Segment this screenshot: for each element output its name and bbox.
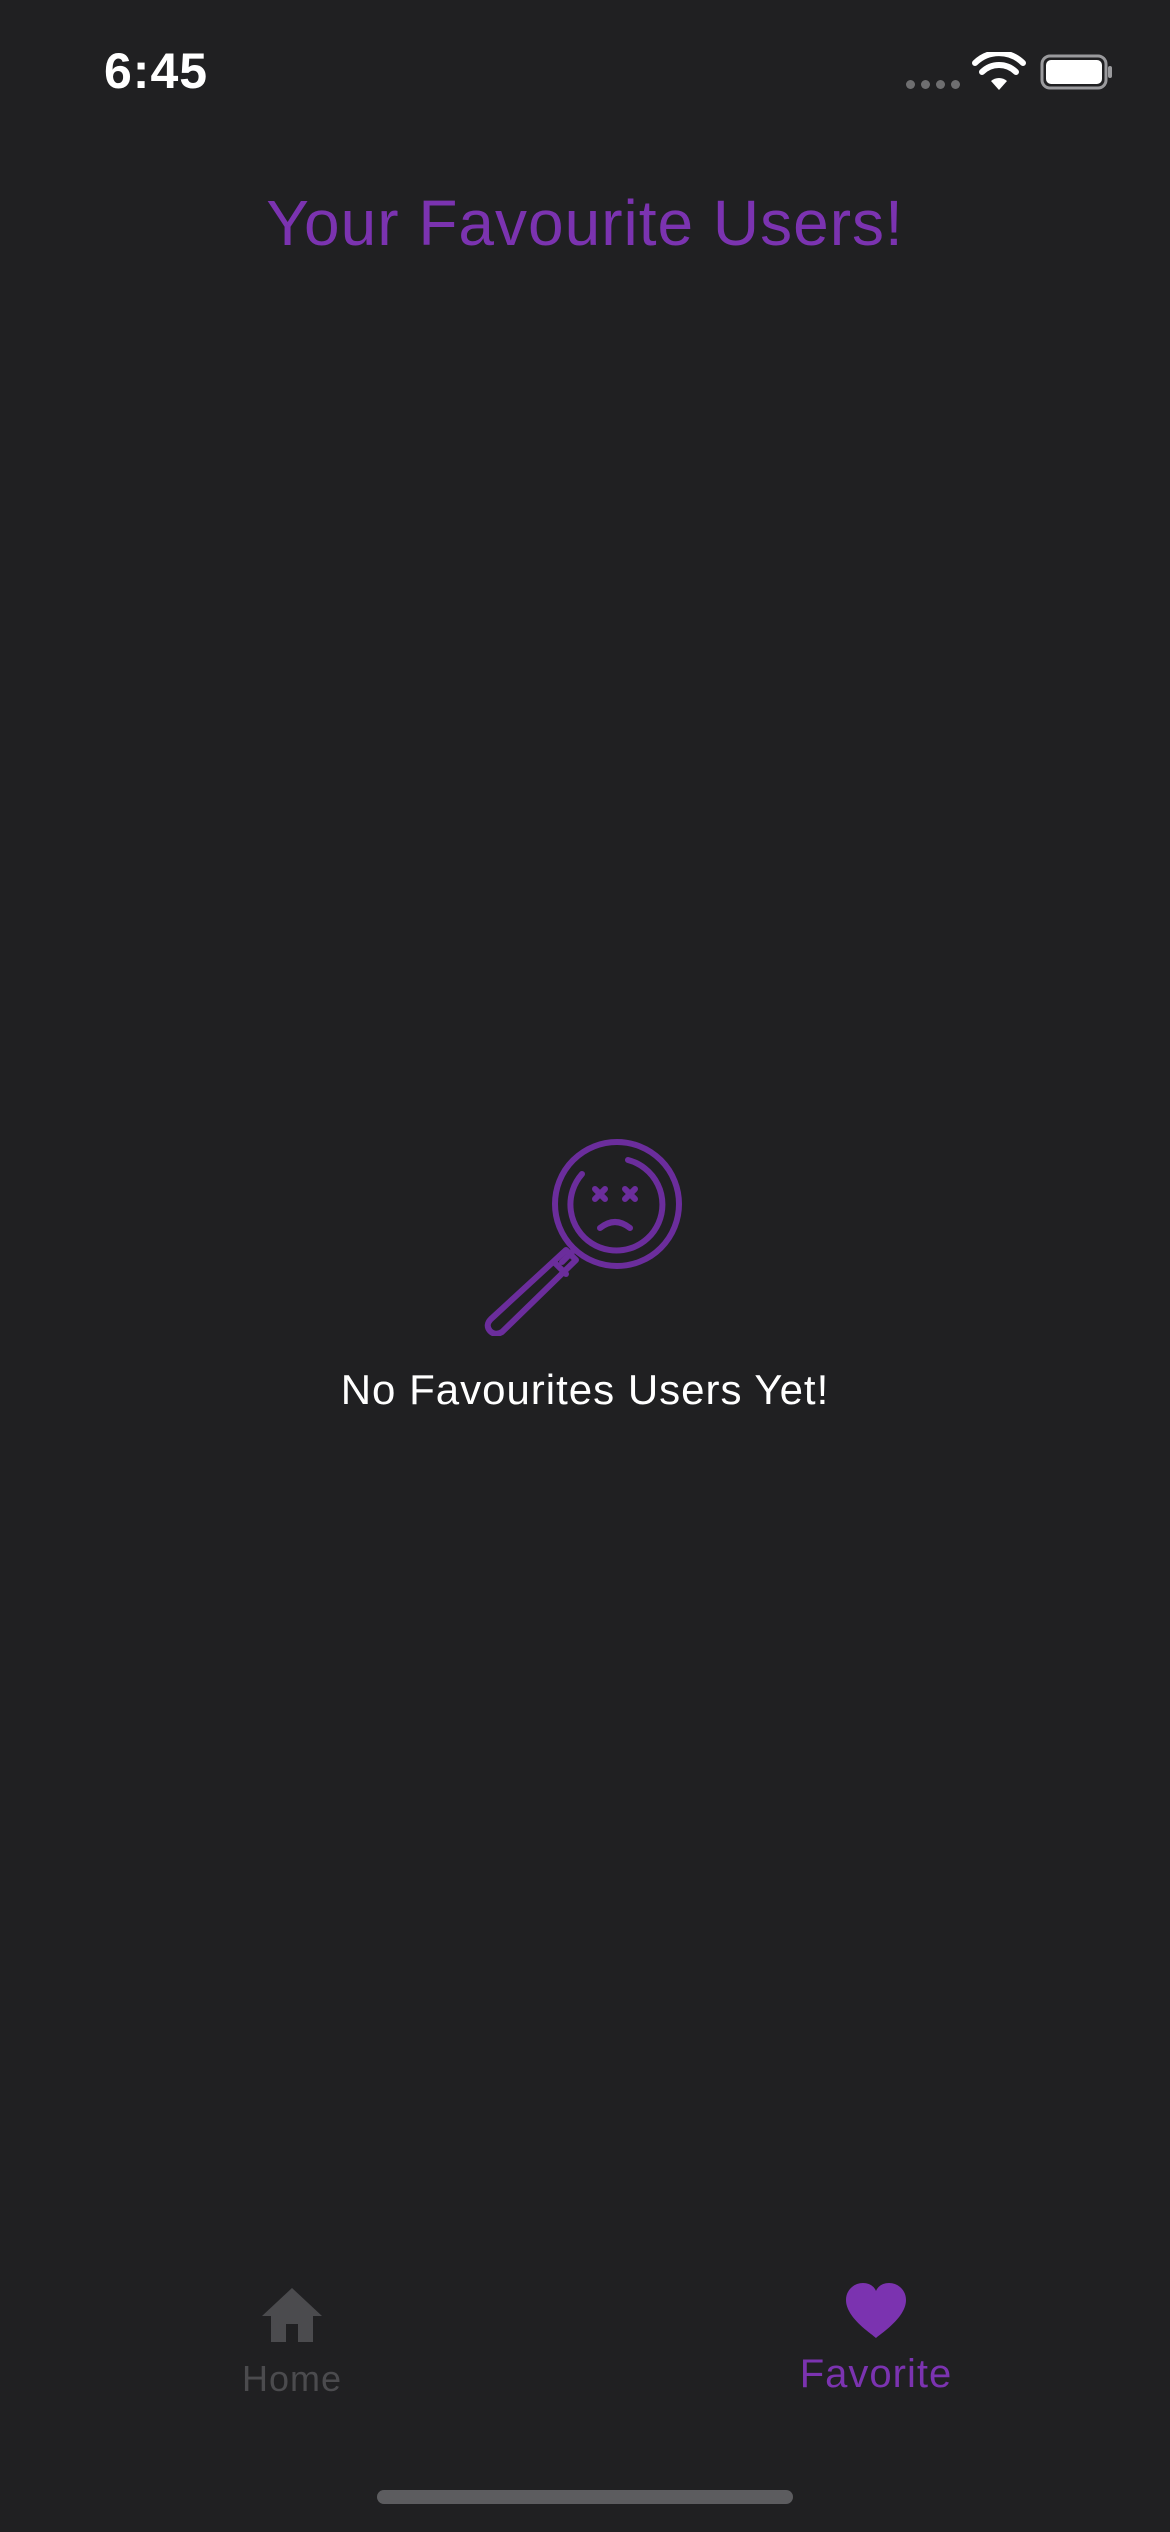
tab-favorite[interactable]: Favorite [726,2260,1026,2410]
heart-icon [846,2283,906,2338]
sad-magnifier-icon [484,1139,682,1336]
home-icon [262,2288,322,2342]
empty-state-message: No Favourites Users Yet! [340,1366,830,1413]
tab-home[interactable]: Home [142,2260,442,2410]
battery-icon [1040,54,1112,90]
favourites-screen: 6:45 Your Favourite Users! No Favourites… [0,0,1170,2532]
tab-favorite-label: Favorite [799,2352,953,2396]
cellular-signal-icon [906,80,960,89]
wifi-icon [972,52,1026,90]
page-title: Your Favourite Users! [266,187,904,259]
tab-home-label: Home [241,2358,343,2399]
status-bar: 6:45 [0,0,1170,140]
home-indicator[interactable] [377,2490,793,2504]
status-time: 6:45 [104,43,209,99]
bottom-tab-bar: Home Favorite [0,2260,1170,2440]
